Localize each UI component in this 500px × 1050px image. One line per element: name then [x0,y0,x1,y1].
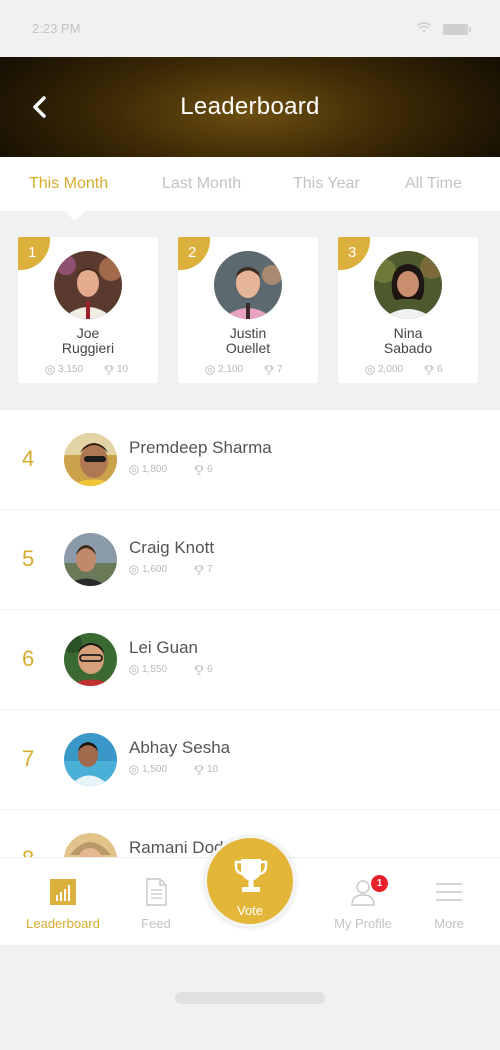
avatar [374,251,442,319]
points-icon [365,364,375,375]
status-bar: 2:23 PM [0,0,500,57]
trophy-icon [234,859,268,892]
nav-label: More [434,916,464,931]
points-value: 2,100 [218,364,244,375]
menu-hamburger-icon [436,883,462,901]
player-name: Ramani Dod [129,838,224,857]
active-tab-pointer [64,211,86,221]
vote-label: Vote [236,903,264,918]
tab-this-month[interactable]: This Month [29,175,108,193]
trophies-value: 6 [207,464,213,475]
avatar [54,251,122,319]
notification-badge: 1 [371,875,388,892]
points-icon [205,364,215,375]
trophy-icon [194,565,204,575]
avatar [64,633,117,686]
tab-this-year[interactable]: This Year [293,175,360,193]
trophies-value: 6 [207,664,213,675]
points-value: 1,600 [142,564,168,575]
trophies-value: 6 [437,364,443,375]
trophy-icon [104,365,114,375]
trophies-value: 7 [207,564,213,575]
header: Leaderboard [0,57,500,157]
list-item[interactable]: 4 Premdeep Sharma 1,800 6 [0,410,500,509]
vote-button[interactable]: Vote [204,835,296,927]
list-item[interactable]: 6 Lei Guan 1,550 6 [0,610,500,709]
nav-label: Leaderboard [26,916,100,931]
nav-label: Feed [141,916,171,931]
trophy-icon [194,665,204,675]
player-name: Lei Guan [129,638,198,657]
points-icon [129,664,139,675]
tab-all-time[interactable]: All Time [405,175,462,193]
avatar [64,433,117,486]
trophy-icon [424,365,434,375]
points-value: 1,800 [142,464,168,475]
period-tabs: This Month Last Month This Year All Time [0,157,500,211]
points-value: 1,500 [142,764,168,775]
player-name: Justin Ouellet [225,325,271,356]
points-icon [129,564,139,575]
trophies-value: 10 [207,764,219,775]
status-time: 2:23 PM [32,21,81,36]
player-name: Premdeep Sharma [129,438,272,457]
wifi-icon [417,22,431,33]
points-value: 2,000 [378,364,404,375]
page-title: Leaderboard [180,93,320,120]
avatar [214,251,282,319]
nav-label: My Profile [334,916,392,931]
battery-icon [443,24,471,35]
nav-leaderboard[interactable]: Leaderboard [13,858,113,946]
rank-badge: 3 [338,237,370,270]
trophy-icon [194,765,204,775]
list-item[interactable]: 5 Craig Knott 1,600 7 [0,510,500,609]
rank-number: 7 [22,746,35,771]
leaderboard-icon [50,879,76,905]
points-icon [129,464,139,475]
trophy-icon [194,465,204,475]
feed-document-icon [146,878,167,906]
player-name: Nina Sabado [383,325,433,356]
trophies-value: 10 [117,364,129,375]
player-name: Abhay Sesha [129,738,231,757]
tab-last-month[interactable]: Last Month [162,175,241,193]
top-three-section: 1 Joe Ruggieri 3,150 10 2 Justin Ouellet… [0,211,500,410]
avatar [64,533,117,586]
points-icon [45,364,55,375]
points-icon [129,764,139,775]
rank-badge: 1 [18,237,50,270]
trophy-icon [264,365,274,375]
rank-number: 4 [22,446,35,471]
points-value: 1,550 [142,664,168,675]
top-card-1[interactable]: 1 Joe Ruggieri 3,150 10 [18,237,158,383]
nav-feed[interactable]: Feed [106,858,206,946]
avatar [64,733,117,786]
top-card-2[interactable]: 2 Justin Ouellet 2,100 7 [178,237,318,383]
points-value: 3,150 [58,364,84,375]
list-item[interactable]: 7 Abhay Sesha 1,500 10 [0,710,500,809]
trophies-value: 7 [277,364,283,375]
home-indicator [175,992,325,1004]
player-name: Craig Knott [129,538,215,557]
nav-more[interactable]: More [399,858,499,946]
top-card-3[interactable]: 3 Nina Sabado 2,000 6 [338,237,478,383]
rank-badge: 2 [178,237,210,270]
rank-number: 5 [22,546,35,571]
rank-number: 6 [22,646,35,671]
player-name: Joe Ruggieri [61,325,115,356]
nav-my-profile[interactable]: 1 My Profile [313,858,413,946]
